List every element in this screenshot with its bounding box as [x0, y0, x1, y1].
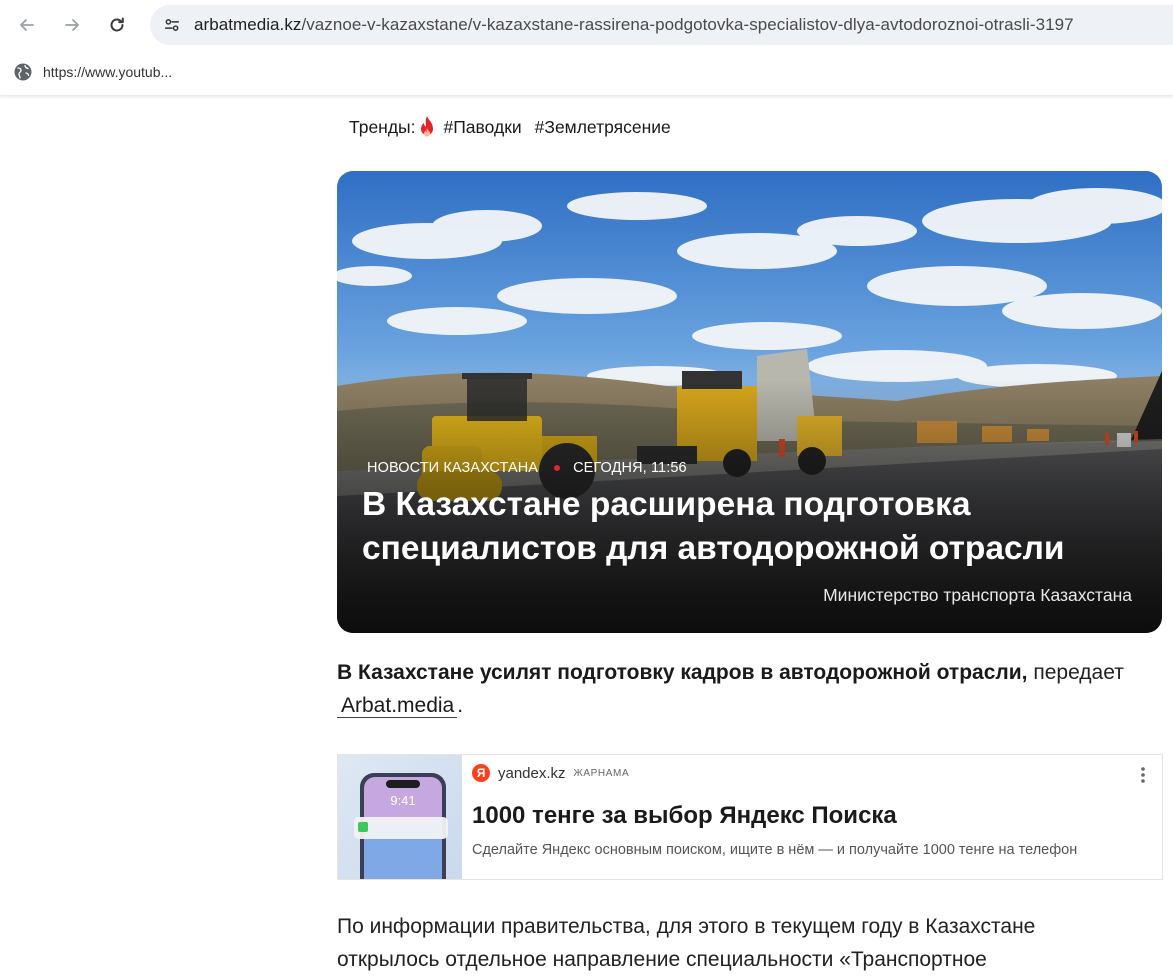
- arrow-left-icon: [20, 19, 34, 31]
- ad-description: Сделайте Яндекс основным поиском, ищите …: [472, 842, 1078, 858]
- hero-article-card[interactable]: НОВОСТИ КАЗАХСТАНА СЕГОДНЯ, 11:56 В Каза…: [337, 171, 1162, 633]
- phone-image: 9:41: [354, 773, 448, 879]
- bookmark-label: https://www.youtub...: [43, 64, 173, 80]
- url-path: /vaznoe-v-kazaxstane/v-kazaxstane-rassir…: [301, 15, 1074, 34]
- ad-thumbnail: 9:41: [338, 755, 462, 879]
- hero-meta: НОВОСТИ КАЗАХСТАНА СЕГОДНЯ, 11:56: [367, 460, 687, 476]
- bookmark-youtube[interactable]: https://www.youtub...: [13, 59, 172, 85]
- reload-button[interactable]: [101, 9, 133, 41]
- ad-label: ЖАРНАМА: [573, 767, 630, 779]
- site-info-icon[interactable]: [158, 11, 186, 39]
- arrow-right-icon: [65, 19, 79, 31]
- ad-domain[interactable]: yandex.kz: [498, 765, 566, 782]
- hero-date: СЕГОДНЯ, 11:56: [573, 460, 687, 476]
- separator-dot: [554, 465, 561, 471]
- reload-icon: [110, 17, 124, 32]
- url-text[interactable]: arbatmedia.kz/vaznoe-v-kazaxstane/v-kaza…: [194, 15, 1074, 35]
- browser-toolbar: arbatmedia.kz/vaznoe-v-kazaxstane/v-kaza…: [0, 0, 1173, 50]
- ad-source: Я yandex.kz ЖАРНАМА: [472, 764, 629, 782]
- yandex-logo-icon: Я: [472, 764, 490, 782]
- ad-banner[interactable]: 9:41 Я yandex.kz ЖАРНАМА 1000 тенге за в…: [337, 754, 1163, 880]
- trends-label: Тренды:: [349, 116, 416, 137]
- globe-icon: [14, 63, 32, 81]
- trend-tag-floods[interactable]: #Паводки: [444, 117, 522, 138]
- bookmarks-bar: https://www.youtub...: [0, 50, 1173, 95]
- source-link[interactable]: Arbat.media: [337, 694, 458, 718]
- trends-bar: Тренды: #Паводки #Землетрясение: [349, 115, 684, 139]
- photo-credit: Министерство транспорта Казахстана: [823, 585, 1132, 605]
- back-button[interactable]: [11, 9, 43, 41]
- article-body-paragraph: По информации правительства, для этого в…: [337, 915, 1036, 971]
- ad-title[interactable]: 1000 тенге за выбор Яндекс Поиска: [472, 802, 897, 830]
- hero-category[interactable]: НОВОСТИ КАЗАХСТАНА: [367, 460, 538, 476]
- more-options-icon[interactable]: [1138, 765, 1148, 785]
- trend-tag-earthquake[interactable]: #Землетрясение: [535, 117, 671, 138]
- lead-text: передает: [1027, 661, 1124, 684]
- url-host: arbatmedia.kz: [194, 15, 302, 34]
- lead-paragraph: В Казахстане усилят подготовку кадров в …: [337, 656, 1167, 722]
- phone-clock: 9:41: [390, 793, 415, 808]
- address-bar[interactable]: arbatmedia.kz/vaznoe-v-kazaxstane/v-kaza…: [150, 5, 1173, 45]
- fire-icon: [420, 116, 433, 137]
- lead-bold: В Казахстане усилят подготовку кадров в …: [337, 661, 1028, 684]
- forward-button[interactable]: [56, 9, 88, 41]
- lead-end: .: [457, 694, 464, 717]
- article-title: В Казахстане расширена подготовка специа…: [362, 486, 1065, 567]
